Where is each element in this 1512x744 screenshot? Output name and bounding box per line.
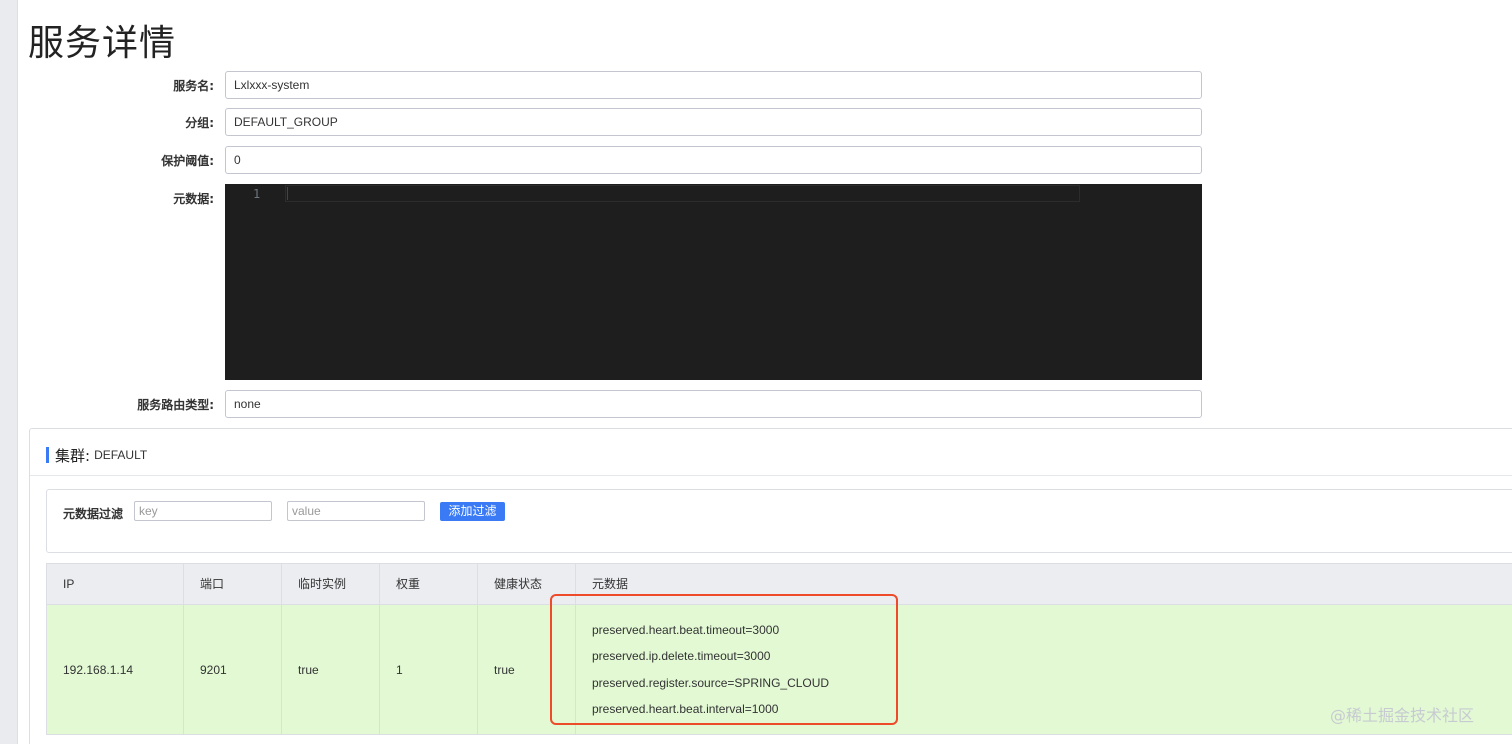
header-ephemeral: 临时实例: [282, 564, 380, 604]
filter-value-input[interactable]: value: [287, 501, 425, 521]
cluster-name: DEFAULT: [94, 448, 148, 462]
selector-type-input[interactable]: none: [225, 390, 1202, 418]
selector-type-label: 服务路由类型:: [137, 398, 214, 412]
filter-key-input[interactable]: key: [134, 501, 272, 521]
filter-label: 元数据过滤: [63, 507, 124, 521]
cell-weight: 1: [380, 605, 478, 734]
cell-ephemeral: true: [282, 605, 380, 734]
editor-caret: [287, 187, 288, 200]
watermark: @稀土掘金技术社区: [1330, 706, 1475, 725]
service-name-label: 服务名:: [173, 79, 214, 93]
sidebar-edge: [0, 0, 18, 744]
page-title: 服务详情: [28, 23, 177, 64]
cluster-title: 集群: DEFAULT: [46, 446, 148, 465]
header-ip: IP: [47, 564, 184, 604]
editor-active-line: [285, 185, 1080, 202]
service-name-input[interactable]: Lxlxxx-system: [225, 71, 1202, 99]
metadata-label: 元数据:: [173, 192, 214, 206]
protect-threshold-input[interactable]: 0: [225, 146, 1202, 174]
cell-port: 9201: [184, 605, 282, 734]
highlight-annotation: [550, 594, 898, 725]
group-input[interactable]: DEFAULT_GROUP: [225, 108, 1202, 136]
cell-ip: 192.168.1.14: [47, 605, 184, 734]
metadata-filter: 元数据过滤 key value 添加过滤: [46, 489, 1512, 553]
header-port: 端口: [184, 564, 282, 604]
metadata-editor[interactable]: 1: [225, 184, 1202, 380]
protect-threshold-label: 保护阈值:: [161, 154, 214, 168]
add-filter-button[interactable]: 添加过滤: [440, 502, 505, 521]
cluster-label: 集群:: [55, 446, 91, 465]
header-weight: 权重: [380, 564, 478, 604]
editor-line-number: 1: [253, 187, 261, 201]
group-label: 分组:: [185, 116, 214, 130]
cluster-divider: [30, 475, 1512, 476]
